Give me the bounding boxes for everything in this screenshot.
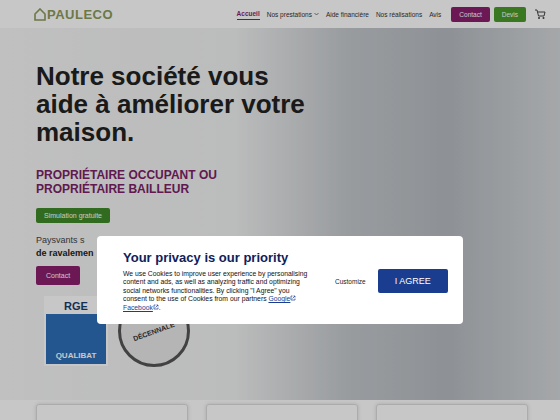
consent-modal: Your privacy is our priority We use Cook… [97, 236, 463, 324]
partner-link[interactable]: Facebook [123, 304, 159, 311]
external-link-icon [153, 304, 159, 310]
consent-body: We use Cookies to improve user experienc… [123, 270, 315, 312]
partner-link[interactable]: Google [268, 295, 296, 302]
consent-overlay: Your privacy is our priority We use Cook… [0, 0, 560, 420]
customize-button[interactable]: Customize [335, 278, 366, 285]
consent-title: Your privacy is our priority [123, 250, 315, 265]
external-link-icon [290, 295, 296, 301]
page: PAULECO Accueil Nos prestations Aide fin… [0, 0, 560, 420]
agree-button[interactable]: I AGREE [378, 269, 448, 293]
